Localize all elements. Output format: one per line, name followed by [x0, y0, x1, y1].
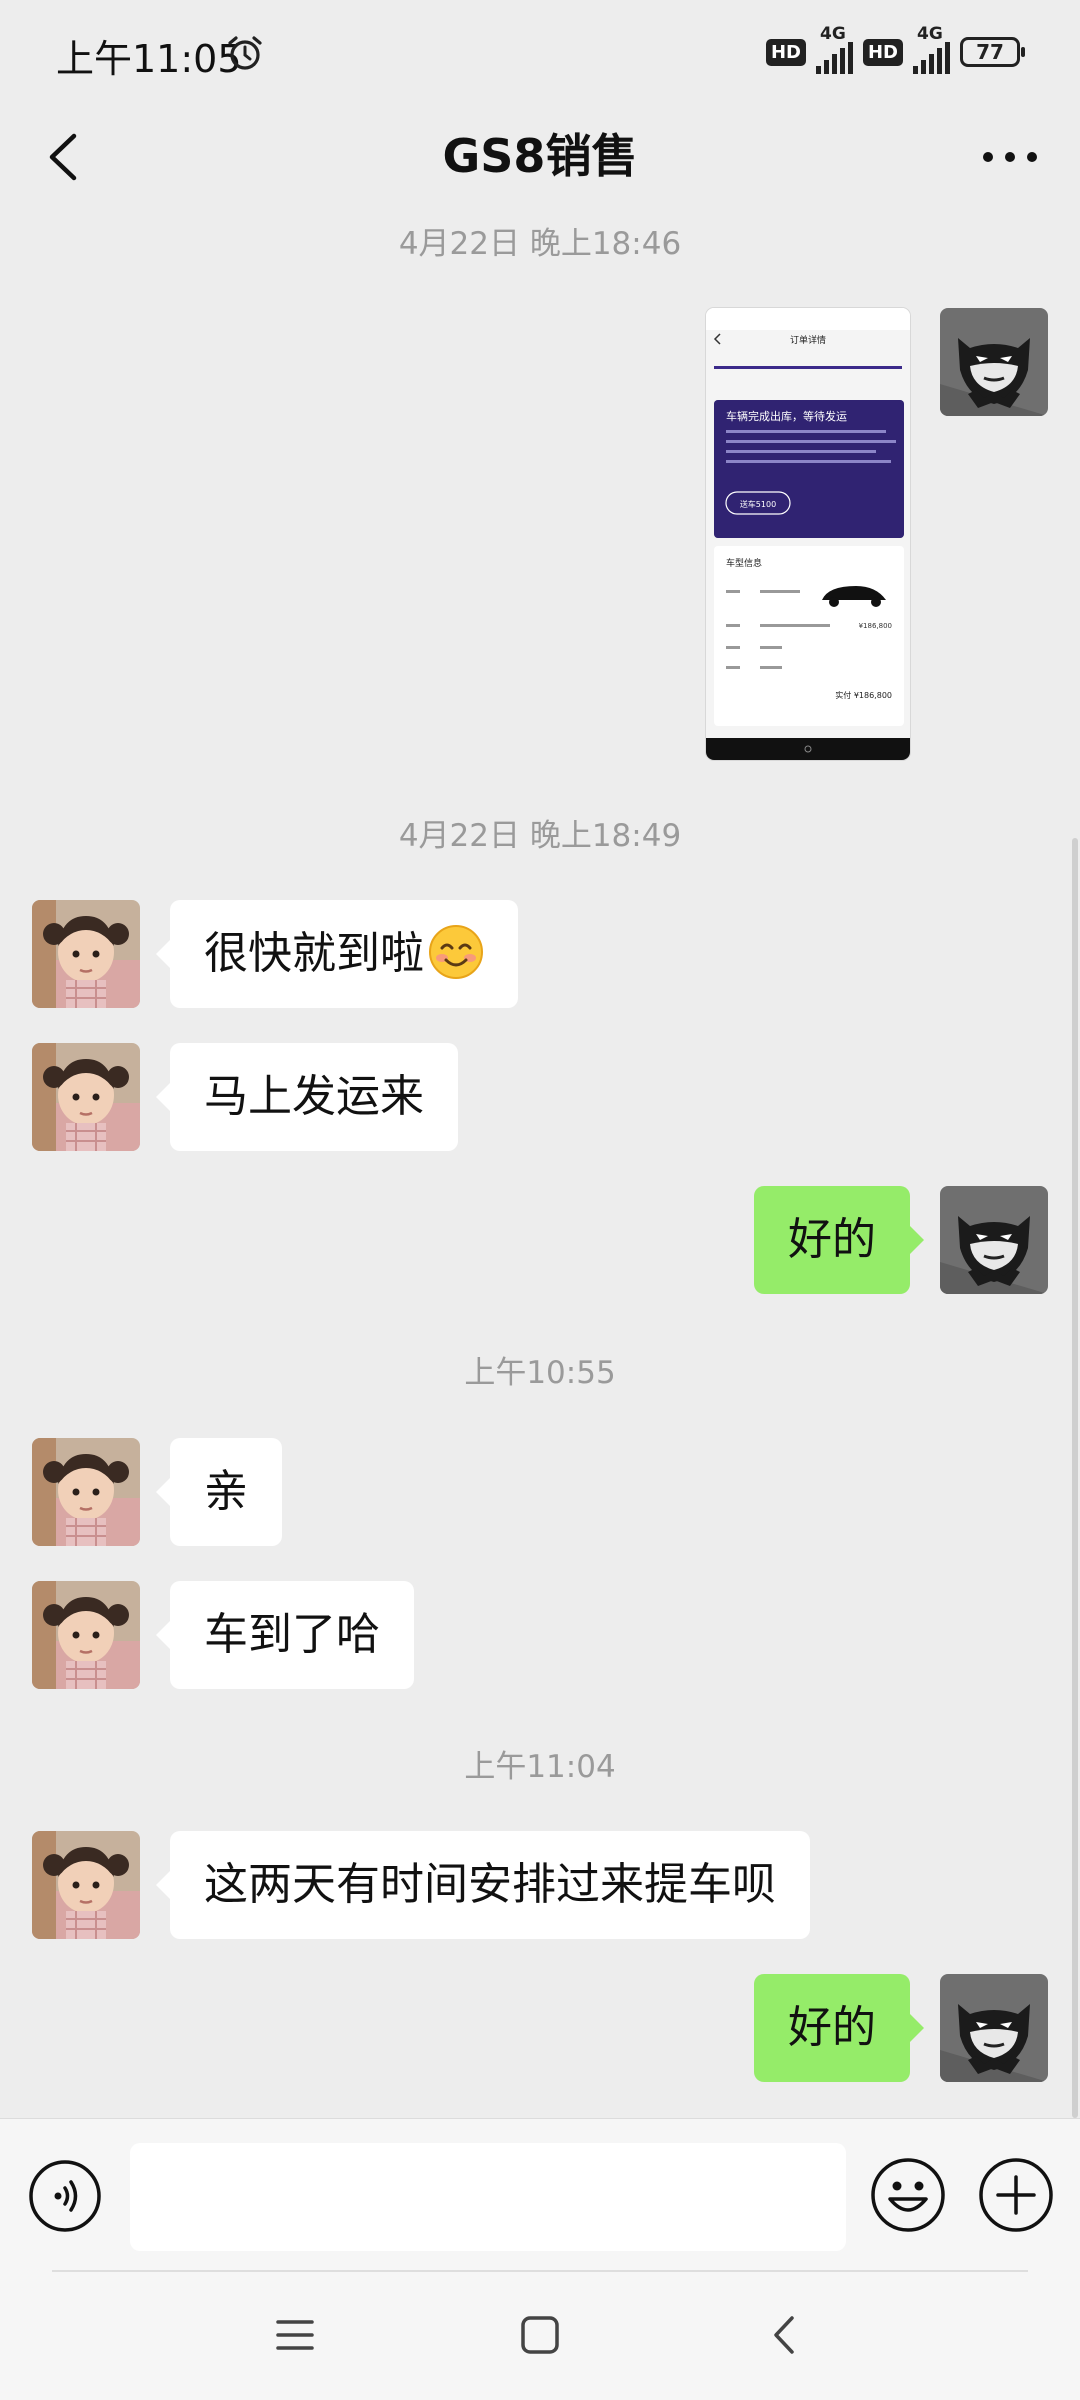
emoji-icon[interactable] [870, 2157, 946, 2233]
my-avatar[interactable] [940, 1974, 1048, 2082]
signal-icon: 4G [815, 24, 853, 74]
incoming-message[interactable]: 马上发运来 [156, 1043, 458, 1151]
timestamp: 上午10:55 [464, 1355, 616, 1391]
message-input[interactable] [130, 2143, 846, 2251]
order-screenshot-thumbnail: 订单详情 车辆完成出库，等待发运 送车5100 车型信息 ¥186,800 实付… [706, 308, 910, 760]
voice-input-icon[interactable] [28, 2159, 102, 2233]
thumb-total: 实付 ¥186,800 [835, 690, 892, 700]
hd-badge: HD [765, 38, 806, 66]
status-bar: 上午11:05 HD 4G HD 4G 77 [0, 0, 1080, 100]
incoming-message[interactable]: 很快就到啦 [156, 900, 518, 1008]
timestamp: 4月22日 晚上18:49 [398, 818, 682, 854]
contact-avatar[interactable] [32, 1438, 140, 1546]
contact-avatar[interactable] [32, 900, 140, 1008]
signal-icon-2: 4G [913, 24, 950, 74]
thumb-title: 订单详情 [790, 334, 826, 346]
thumb-banner-title: 车辆完成出库，等待发运 [726, 409, 847, 423]
message-text: 马上发运来 [204, 1071, 424, 1122]
back-triangle-icon[interactable] [760, 2310, 810, 2360]
message-text: 亲 [204, 1466, 248, 1517]
hd-badge-2: HD [862, 38, 903, 66]
alarm-icon [228, 36, 262, 70]
message-text: 这两天有时间安排过来提车呗 [204, 1859, 776, 1910]
timestamp: 4月22日 晚上18:46 [398, 226, 682, 262]
contact-avatar[interactable] [32, 1043, 140, 1151]
thumb-banner-button: 送车5100 [740, 499, 776, 509]
incoming-message[interactable]: 这两天有时间安排过来提车呗 [156, 1831, 810, 1939]
outgoing-message[interactable]: 好的 [754, 1974, 924, 2082]
system-nav-bar [0, 2272, 1080, 2400]
battery-icon: 77 [960, 37, 1025, 67]
chat-title: GS8销售 [442, 129, 638, 183]
my-avatar[interactable] [940, 1186, 1048, 1294]
thumb-price: ¥186,800 [859, 622, 892, 630]
incoming-message[interactable]: 车到了哈 [156, 1581, 414, 1689]
thumb-section-title: 车型信息 [726, 557, 762, 569]
message-text: 好的 [788, 2002, 876, 2053]
home-square-icon[interactable] [515, 2310, 565, 2360]
outgoing-message[interactable]: 好的 [754, 1186, 924, 1294]
incoming-message[interactable]: 亲 [156, 1438, 282, 1546]
message-text: 车到了哈 [204, 1609, 380, 1660]
menu-icon[interactable] [270, 2310, 320, 2360]
contact-avatar[interactable] [32, 1581, 140, 1689]
my-avatar[interactable] [940, 308, 1048, 416]
status-time: 上午11:05 [56, 37, 242, 81]
timestamp: 上午11:04 [464, 1749, 616, 1785]
image-message[interactable]: 订单详情 车辆完成出库，等待发运 送车5100 车型信息 ¥186,800 实付… [706, 308, 910, 760]
chat-header: GS8销售 [0, 100, 1080, 212]
plus-icon[interactable] [978, 2157, 1054, 2233]
scrollbar[interactable] [1072, 838, 1078, 2118]
more-options-icon[interactable] [970, 122, 1050, 192]
status-indicators: HD 4G HD 4G 77 [765, 24, 1025, 74]
message-text: 很快就到啦 [204, 928, 424, 979]
contact-avatar[interactable] [32, 1831, 140, 1939]
smiling-emoji-icon [429, 925, 483, 979]
message-text: 好的 [788, 1214, 876, 1265]
input-bar [0, 2118, 1080, 2273]
